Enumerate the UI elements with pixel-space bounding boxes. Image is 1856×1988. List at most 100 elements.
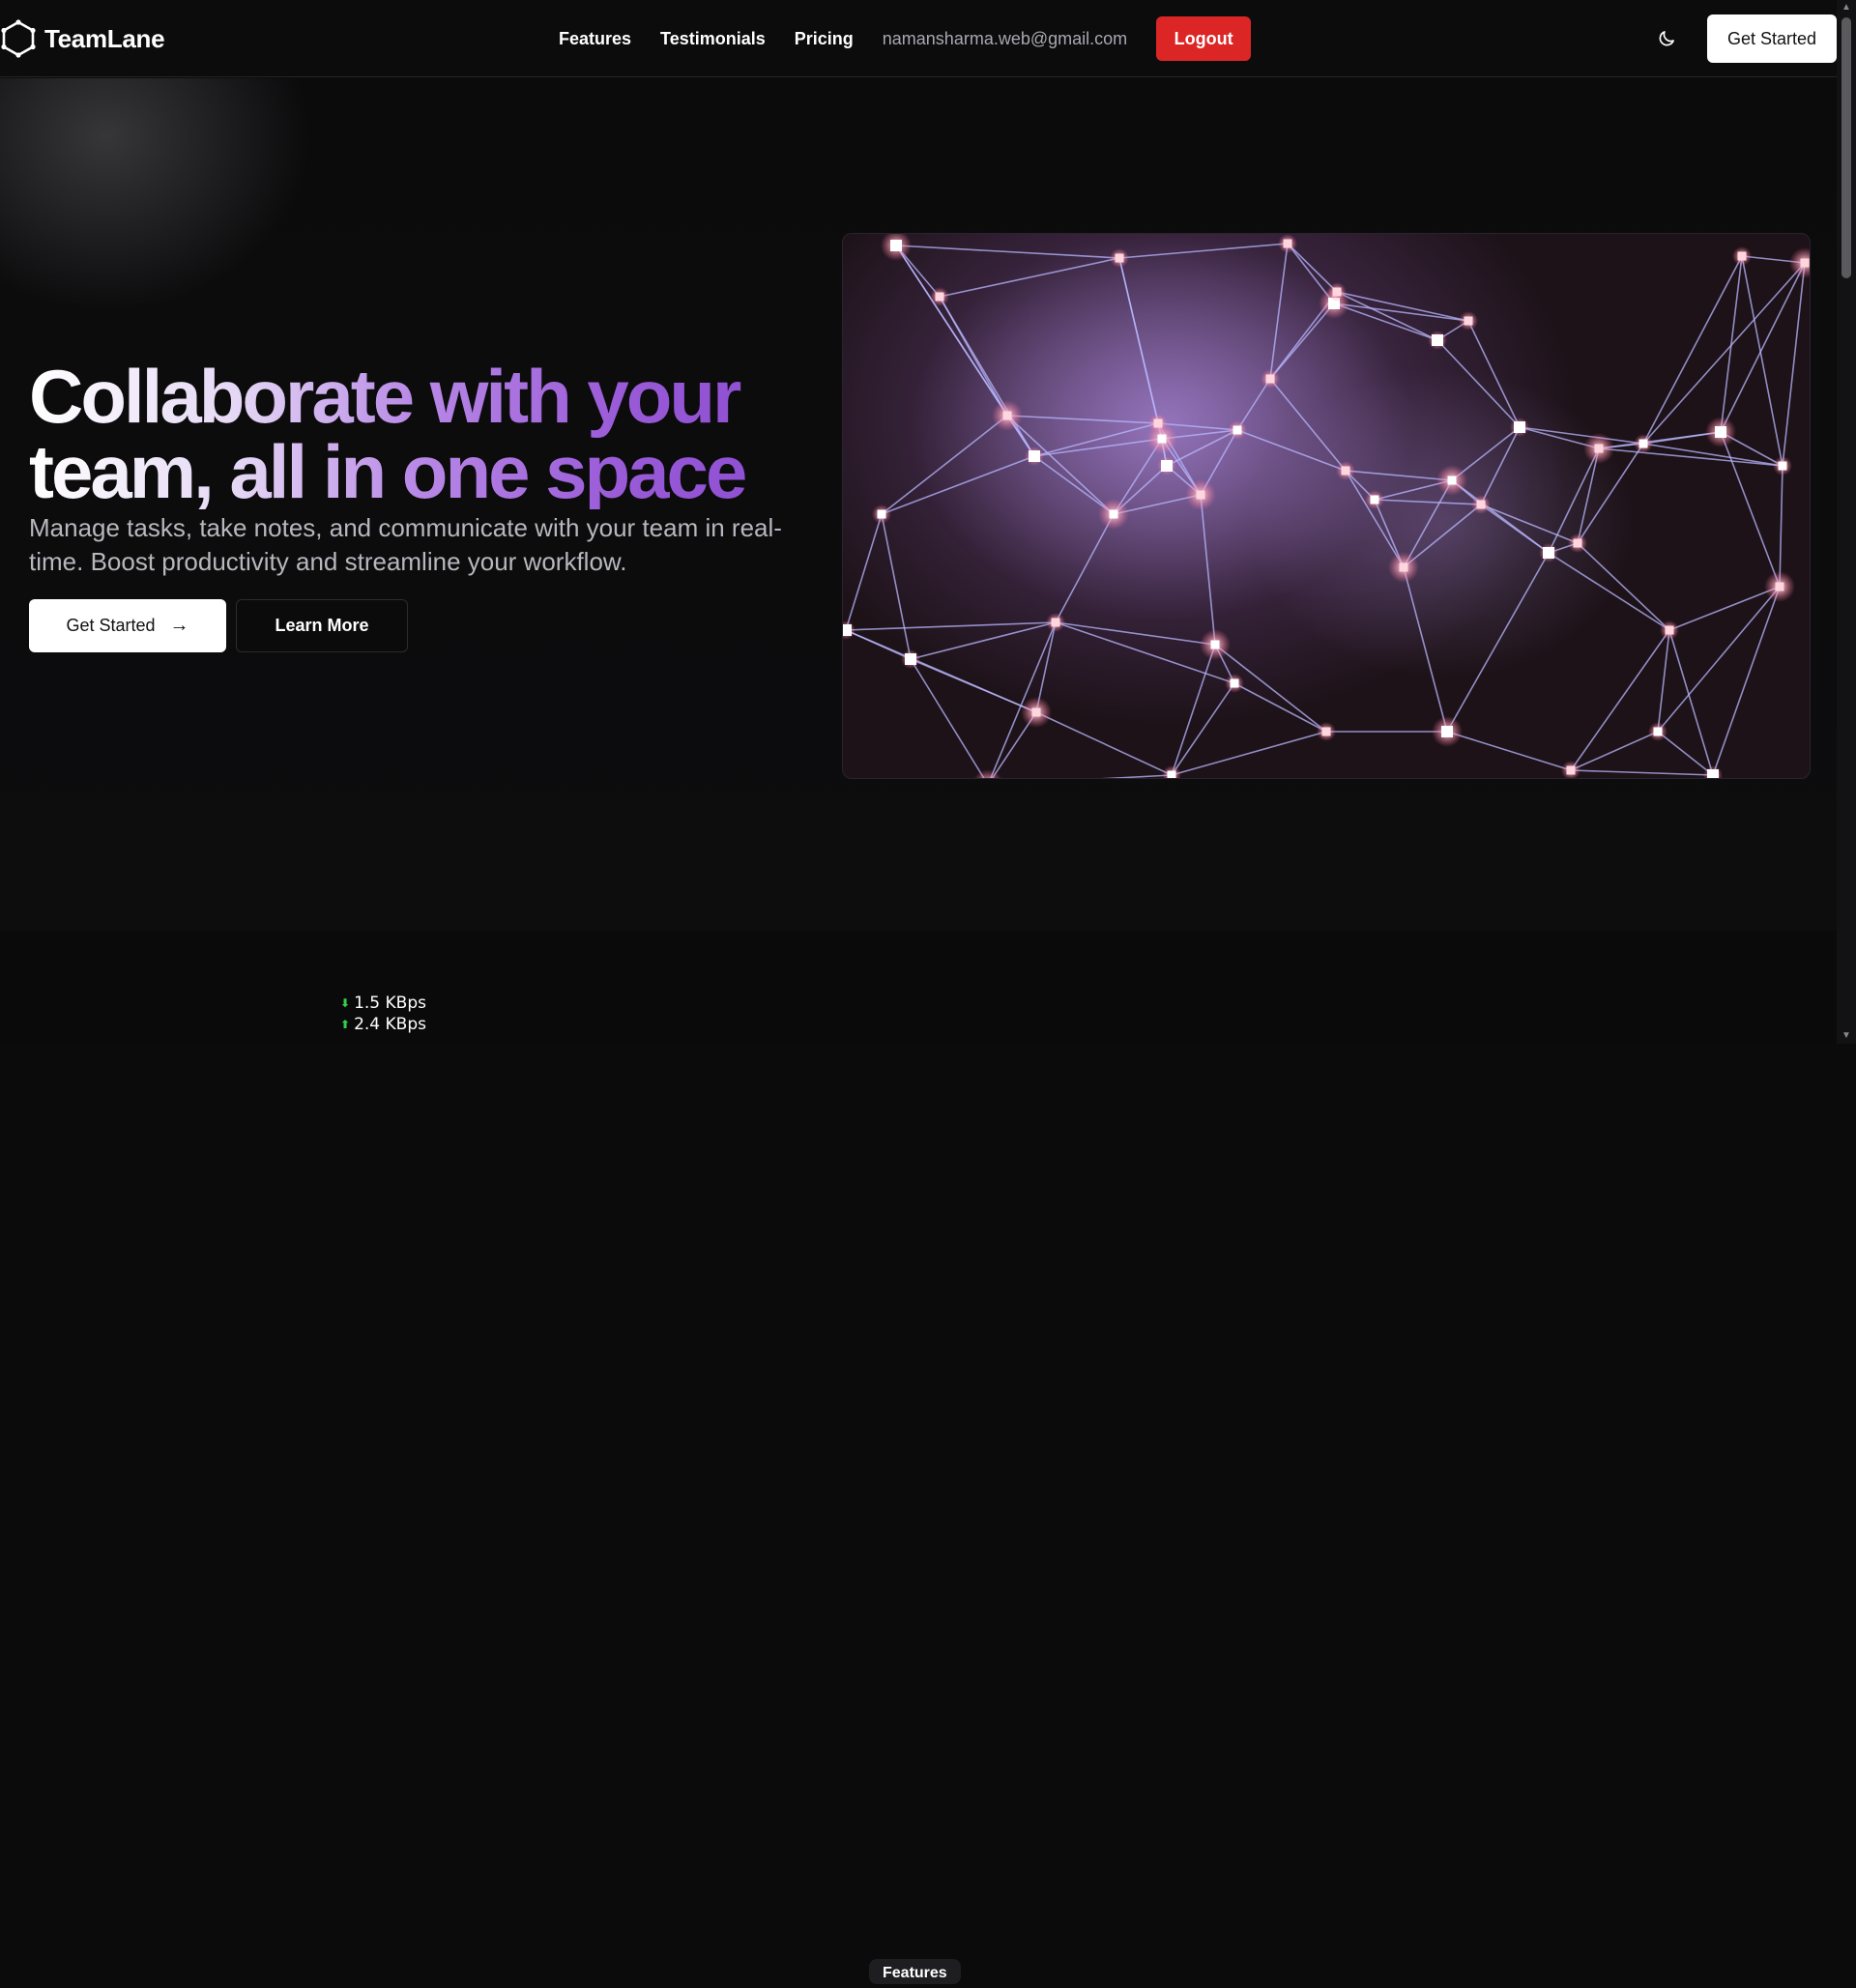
network-link bbox=[1171, 731, 1327, 776]
network-link bbox=[1668, 629, 1714, 776]
network-link bbox=[1741, 255, 1784, 467]
network-node bbox=[1800, 258, 1810, 268]
features-section: Features bbox=[0, 931, 1837, 1984]
network-node bbox=[1283, 239, 1292, 248]
network-node bbox=[1399, 562, 1408, 572]
network-node bbox=[843, 624, 852, 636]
network-node bbox=[1447, 475, 1457, 485]
network-node bbox=[1464, 316, 1473, 326]
network-node bbox=[877, 509, 886, 519]
network-link bbox=[1657, 731, 1714, 776]
network-node bbox=[1115, 253, 1124, 263]
download-speed: 1.5 KBps bbox=[354, 994, 426, 1013]
network-link bbox=[1779, 465, 1784, 588]
network-link bbox=[1055, 621, 1216, 646]
nav-link-features[interactable]: Features bbox=[559, 29, 631, 49]
network-node bbox=[1653, 727, 1663, 736]
network-node bbox=[1665, 625, 1674, 635]
network-link bbox=[1101, 774, 1173, 778]
network-node bbox=[1638, 439, 1648, 448]
network-node bbox=[1029, 450, 1040, 462]
network-link bbox=[1171, 682, 1235, 776]
brand-name: TeamLane bbox=[44, 23, 165, 53]
network-node bbox=[1265, 374, 1275, 384]
network-link bbox=[910, 621, 1057, 660]
network-link bbox=[910, 658, 985, 778]
network-node bbox=[1332, 287, 1342, 297]
network-node bbox=[1232, 425, 1242, 435]
network-node bbox=[1167, 770, 1176, 778]
network-link bbox=[845, 513, 883, 631]
download-arrow-icon: ⬇ bbox=[340, 996, 351, 1010]
network-node bbox=[935, 292, 944, 302]
user-email: namansharma.web@gmail.com bbox=[882, 28, 1128, 48]
network-node bbox=[1341, 466, 1350, 475]
network-link bbox=[1035, 711, 1173, 776]
network-node bbox=[1715, 426, 1726, 438]
brand[interactable]: TeamLane bbox=[0, 19, 165, 58]
theme-toggle-button[interactable] bbox=[1653, 23, 1680, 54]
network-node bbox=[1707, 769, 1719, 778]
get-started-nav-button[interactable]: Get Started bbox=[1707, 14, 1837, 63]
network-illustration bbox=[842, 233, 1811, 779]
network-node bbox=[1196, 490, 1205, 500]
network-node bbox=[1002, 411, 1012, 420]
scroll-up-arrow-icon[interactable]: ▲ bbox=[1837, 0, 1856, 15]
nav-link-testimonials[interactable]: Testimonials bbox=[660, 29, 766, 49]
scroll-down-arrow-icon[interactable]: ▼ bbox=[1837, 1028, 1856, 1044]
get-started-label: Get Started bbox=[66, 616, 156, 635]
arrow-right-icon: → bbox=[169, 615, 189, 636]
network-link bbox=[1720, 431, 1781, 588]
network-link bbox=[1446, 731, 1572, 771]
network-node bbox=[1441, 726, 1453, 737]
moon-icon bbox=[1659, 31, 1674, 46]
learn-more-button[interactable]: Learn More bbox=[236, 599, 408, 652]
network-link bbox=[1657, 586, 1781, 733]
network-node bbox=[1051, 618, 1060, 627]
network-node bbox=[1370, 495, 1379, 504]
logout-button[interactable]: Logout bbox=[1156, 16, 1252, 61]
nav-link-pricing[interactable]: Pricing bbox=[795, 29, 854, 49]
network-node bbox=[1476, 500, 1486, 509]
page-scrollbar[interactable]: ▲ ▼ bbox=[1837, 0, 1856, 1044]
upload-arrow-icon: ⬆ bbox=[340, 1018, 351, 1031]
features-badge: Features bbox=[869, 1959, 961, 1984]
hero-title: Collaborate with your team, all in one s… bbox=[29, 359, 764, 509]
hero-section: Collaborate with your team, all in one s… bbox=[0, 78, 1837, 931]
network-node bbox=[1161, 460, 1173, 472]
network-node bbox=[1432, 334, 1443, 346]
network-node bbox=[905, 653, 916, 665]
get-started-button[interactable]: Get Started → bbox=[29, 599, 226, 652]
network-node bbox=[1543, 547, 1554, 559]
network-node bbox=[1514, 421, 1525, 433]
network-link bbox=[1233, 682, 1327, 733]
network-link bbox=[1570, 769, 1714, 776]
network-node bbox=[1109, 509, 1118, 519]
network-link bbox=[845, 621, 1057, 631]
hero-subtitle: Manage tasks, take notes, and communicat… bbox=[29, 513, 782, 576]
network-link bbox=[881, 513, 912, 660]
network-node bbox=[1775, 582, 1784, 591]
network-node bbox=[1778, 461, 1787, 471]
network-link bbox=[1782, 262, 1806, 467]
network-node bbox=[1321, 727, 1331, 736]
hexagon-logo-icon bbox=[1, 19, 36, 58]
network-node bbox=[890, 240, 902, 251]
network-node bbox=[1594, 444, 1604, 453]
network-node bbox=[1573, 538, 1582, 548]
network-node bbox=[1153, 418, 1163, 428]
network-link bbox=[1668, 586, 1781, 631]
network-node bbox=[1210, 640, 1220, 649]
network-link bbox=[845, 629, 1037, 713]
network-node bbox=[1737, 251, 1747, 261]
network-node-glow bbox=[973, 769, 1002, 778]
network-node bbox=[1031, 707, 1041, 717]
nav-links: Features Testimonials Pricing namansharm… bbox=[559, 0, 1252, 77]
network-speed-overlay: ⬇ 1.5 KBps ⬆ 2.4 KBps bbox=[340, 993, 426, 1035]
network-link bbox=[1712, 586, 1781, 776]
upload-speed: 2.4 KBps bbox=[354, 1015, 426, 1034]
top-navbar: TeamLane Features Testimonials Pricing n… bbox=[0, 0, 1837, 77]
network-node bbox=[1230, 678, 1239, 688]
scrollbar-thumb[interactable] bbox=[1842, 17, 1851, 278]
network-node bbox=[1157, 434, 1167, 444]
